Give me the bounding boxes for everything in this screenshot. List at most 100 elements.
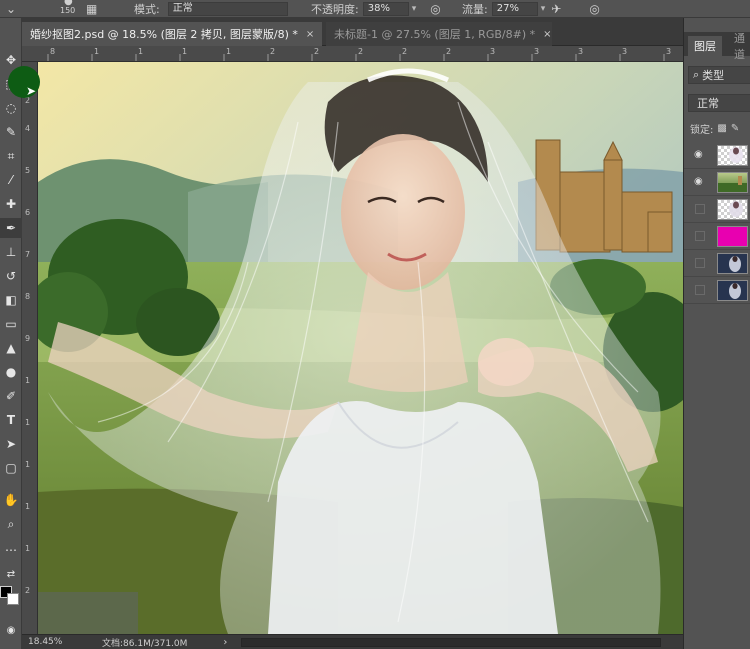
blur-icon[interactable]: ▲ <box>0 338 22 358</box>
gradient-icon[interactable]: ▭ <box>0 314 22 334</box>
swap-colors-icon[interactable]: ⇄ <box>0 564 22 584</box>
mode-label: 模式: <box>134 3 160 16</box>
visibility-toggle[interactable] <box>695 285 705 295</box>
tab-wedding-psd[interactable]: 婚纱抠图2.psd @ 18.5% (图层 2 拷贝, 图层蒙版/8) * × <box>22 22 322 46</box>
crop-icon[interactable]: ⌗ <box>0 146 22 166</box>
pressure-size-icon[interactable]: ◎ <box>589 2 599 16</box>
dodge-icon[interactable]: ● <box>0 362 22 382</box>
document-tabs: 婚纱抠图2.psd @ 18.5% (图层 2 拷贝, 图层蒙版/8) * × … <box>22 18 683 46</box>
healing-icon[interactable]: ✚ <box>0 194 22 214</box>
background-color-swatch[interactable] <box>7 593 19 605</box>
eyedropper-icon[interactable]: ⁄ <box>0 170 22 190</box>
brush-icon[interactable]: ✒ <box>0 218 22 238</box>
layer-row[interactable] <box>684 250 750 277</box>
ruler-label: 1 <box>138 47 144 56</box>
ruler-label: 7 <box>25 250 31 259</box>
ruler-label: 8 <box>50 47 56 56</box>
eraser-icon[interactable]: ◧ <box>0 290 22 310</box>
visibility-toggle[interactable] <box>695 231 705 241</box>
ruler-label: 1 <box>25 544 31 553</box>
type-icon[interactable]: T <box>0 410 22 430</box>
opacity-label: 不透明度: <box>311 3 359 16</box>
lock-transparency-icon[interactable]: ▩ <box>717 123 726 134</box>
stamp-icon[interactable]: ⊥ <box>0 242 22 262</box>
ruler-label: 3 <box>666 47 672 56</box>
ruler-ticks <box>47 54 665 61</box>
ruler-label: 3 <box>490 47 496 56</box>
close-icon[interactable]: × <box>306 29 314 40</box>
lock-pixels-icon[interactable]: ✎ <box>731 123 739 134</box>
visibility-toggle[interactable] <box>695 204 705 214</box>
hand-icon[interactable]: ✋ <box>0 490 22 510</box>
path-select-icon[interactable]: ➤ <box>0 434 22 454</box>
layer-row[interactable] <box>684 223 750 250</box>
zoom-level[interactable]: 18.45% <box>22 637 70 647</box>
ruler-label: 2 <box>402 47 408 56</box>
ruler-label: 3 <box>622 47 628 56</box>
ruler-label: 6 <box>25 208 31 217</box>
tab-label: 婚纱抠图2.psd @ 18.5% (图层 2 拷贝, 图层蒙版/8) * <box>30 28 298 41</box>
more-icon[interactable]: ⋯ <box>0 540 22 560</box>
pen-icon[interactable]: ✐ <box>0 386 22 406</box>
opacity-dropdown-icon[interactable]: ▾ <box>412 4 417 14</box>
ruler-label: 1 <box>25 502 31 511</box>
ruler-label: 2 <box>25 586 31 595</box>
pointer-cursor-icon: ➤ <box>26 84 37 98</box>
history-brush-icon[interactable]: ↺ <box>0 266 22 286</box>
quick-mask-icon[interactable]: ◉ <box>0 620 22 640</box>
brush-panel-toggle[interactable]: ▦ <box>86 0 97 17</box>
document-size: 文档:86.1M/371.0M <box>102 638 188 649</box>
layer-row[interactable]: ◉ <box>684 169 750 196</box>
ruler-label: 2 <box>446 47 452 56</box>
horizontal-scrollbar[interactable] <box>241 637 662 647</box>
brush-preset-group[interactable]: ⌄ <box>6 0 16 17</box>
ruler-horizontal[interactable]: 8 1 1 1 1 2 2 2 2 2 3 3 3 3 3 <box>22 46 683 62</box>
layers-panel: 图层 通道 ⌕ 类型 正常 锁定: ▩ ✎ ◉ ◉ <box>683 18 750 649</box>
brush-panel-icon[interactable]: ▦ <box>86 2 97 16</box>
ruler-vertical[interactable]: 2 4 5 6 7 8 9 1 1 1 1 1 2 <box>22 62 38 634</box>
layer-thumbnail <box>717 253 748 274</box>
status-menu-arrow-icon[interactable]: › <box>223 637 227 648</box>
eye-icon[interactable]: ◉ <box>694 177 705 187</box>
brush-size-value: 150 <box>60 6 76 15</box>
ruler-label: 1 <box>25 418 31 427</box>
brush-tip-icon[interactable]: ● <box>64 0 73 7</box>
layer-thumbnail <box>717 172 748 193</box>
flow-input[interactable]: 27% <box>491 2 538 16</box>
document-canvas[interactable] <box>38 62 683 634</box>
lock-label: 锁定: <box>690 125 714 136</box>
ruler-label: 1 <box>226 47 232 56</box>
opacity-input[interactable]: 38% <box>362 2 409 16</box>
flow-dropdown-icon[interactable]: ▾ <box>541 4 546 14</box>
zoom-icon[interactable]: ⌕ <box>0 514 22 534</box>
flow-group: 流量: 27% ▾ ✈ ◎ <box>462 0 600 17</box>
tab-layers[interactable]: 图层 <box>688 36 722 56</box>
mode-group: 模式: 正常 <box>134 0 288 17</box>
ruler-label: 8 <box>25 292 31 301</box>
airbrush-icon[interactable]: ✈ <box>551 2 561 16</box>
layer-thumbnail <box>717 280 748 301</box>
pressure-opacity-icon[interactable]: ◎ <box>430 2 440 16</box>
blend-mode-select[interactable]: 正常 <box>688 94 750 112</box>
close-icon[interactable]: × <box>543 29 551 40</box>
eye-icon[interactable]: ◉ <box>694 150 705 160</box>
filter-label: 类型 <box>702 69 725 82</box>
mode-select[interactable]: 正常 <box>167 2 288 16</box>
layer-row[interactable]: ◉ <box>684 142 750 169</box>
ruler-label: 3 <box>578 47 584 56</box>
layer-row[interactable] <box>684 277 750 304</box>
layer-row[interactable] <box>684 196 750 223</box>
lock-row: 锁定: ▩ ✎ <box>690 121 739 136</box>
ruler-label: 2 <box>314 47 320 56</box>
lasso-icon[interactable]: ◌ <box>0 98 22 118</box>
brush-preset-icon[interactable]: ⌄ <box>6 2 16 16</box>
tab-untitled[interactable]: 未标题-1 @ 27.5% (图层 1, RGB/8#) * × <box>326 22 552 46</box>
visibility-toggle[interactable] <box>695 258 705 268</box>
shape-icon[interactable]: ▢ <box>0 458 22 478</box>
tab-label: 未标题-1 @ 27.5% (图层 1, RGB/8#) * <box>334 28 536 41</box>
panel-tabs: 图层 通道 <box>684 32 750 61</box>
quick-select-icon[interactable]: ✎ <box>0 122 22 142</box>
layer-filter[interactable]: ⌕ 类型 <box>688 66 750 84</box>
tab-channels[interactable]: 通道 <box>728 32 750 61</box>
ruler-label: 1 <box>25 460 31 469</box>
